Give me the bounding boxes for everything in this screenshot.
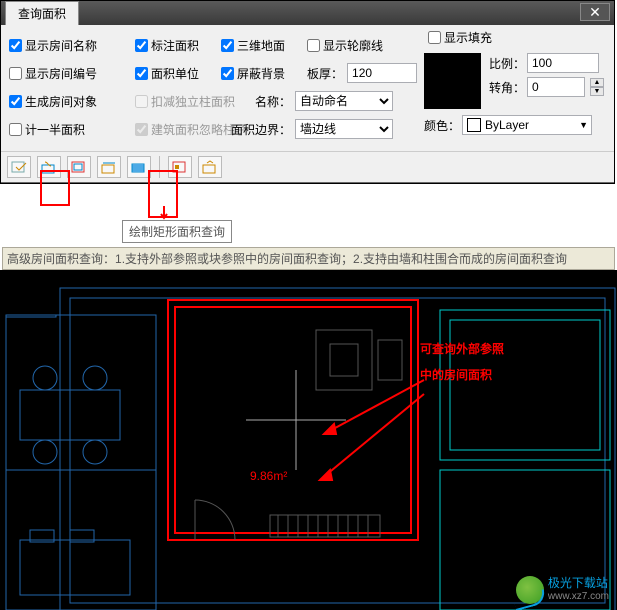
chk-show-name[interactable]: 显示房间名称 [9, 37, 97, 54]
chk-mark-area[interactable]: 标注面积 [135, 37, 199, 54]
tool-4[interactable] [97, 156, 121, 178]
chk-half-area[interactable]: 计一半面积 [9, 121, 85, 138]
lbl-thick: 板厚： [307, 65, 343, 82]
chk-area-unit[interactable]: 面积单位 [135, 65, 199, 82]
explain-bar: 高级房间面积查询：1.支持外部参照或块参照中的房间面积查询；2.支持由墙和柱围合… [2, 247, 615, 270]
annotation: 可查询外部参照 中的房间面积 [420, 336, 504, 388]
tab-area-query[interactable]: 查询面积 [5, 1, 79, 25]
arrow-down-icon [160, 206, 168, 220]
input-thick[interactable] [347, 63, 417, 83]
input-rot[interactable] [527, 77, 585, 97]
lbl-color: 颜色： [424, 117, 456, 134]
logo: 极光下载站www.xz7.com [516, 576, 609, 604]
tool-3[interactable] [67, 156, 91, 178]
lbl-area-bound: 面积边界： [231, 121, 291, 138]
select-color[interactable]: ByLayer ▼ [462, 115, 592, 135]
tool-7[interactable] [198, 156, 222, 178]
chk-show-no[interactable]: 显示房间编号 [9, 65, 97, 82]
titlebar: 查询面积 ✕ [1, 1, 614, 25]
chk-contour[interactable]: 显示轮廓线 [307, 37, 383, 54]
close-icon[interactable]: ✕ [580, 3, 610, 21]
input-ratio[interactable] [527, 53, 599, 73]
tool-5[interactable] [127, 156, 151, 178]
chk-gen-room[interactable]: 生成房间对象 [9, 93, 97, 110]
chk-sub-column: 扣减独立柱面积 [135, 93, 235, 110]
chk-shield-bg[interactable]: 屏蔽背景 [221, 65, 285, 82]
lbl-ratio: 比例： [489, 55, 521, 72]
select-name[interactable]: 自动命名 [295, 91, 393, 111]
tool-rect-query[interactable] [37, 156, 61, 178]
area-label: 9.86m² [250, 469, 287, 483]
tool-pick[interactable] [7, 156, 31, 178]
tooltip: 绘制矩形面积查询 [122, 220, 232, 243]
tool-6[interactable] [168, 156, 192, 178]
spinner-rot[interactable]: ▲▼ [590, 78, 604, 96]
select-area-bound[interactable]: 墙边线 [295, 119, 393, 139]
fill-swatch[interactable] [424, 53, 481, 109]
chk-show-fill[interactable]: 显示填充 [428, 29, 492, 46]
cad-viewport[interactable]: 9.86m² 可查询外部参照 中的房间面积 极光下载站www.xz7.com [0, 270, 617, 610]
lbl-name: 名称： [255, 93, 291, 110]
toolbar [1, 151, 614, 183]
lbl-rot: 转角： [489, 79, 521, 96]
chk-3d[interactable]: 三维地面 [221, 37, 285, 54]
